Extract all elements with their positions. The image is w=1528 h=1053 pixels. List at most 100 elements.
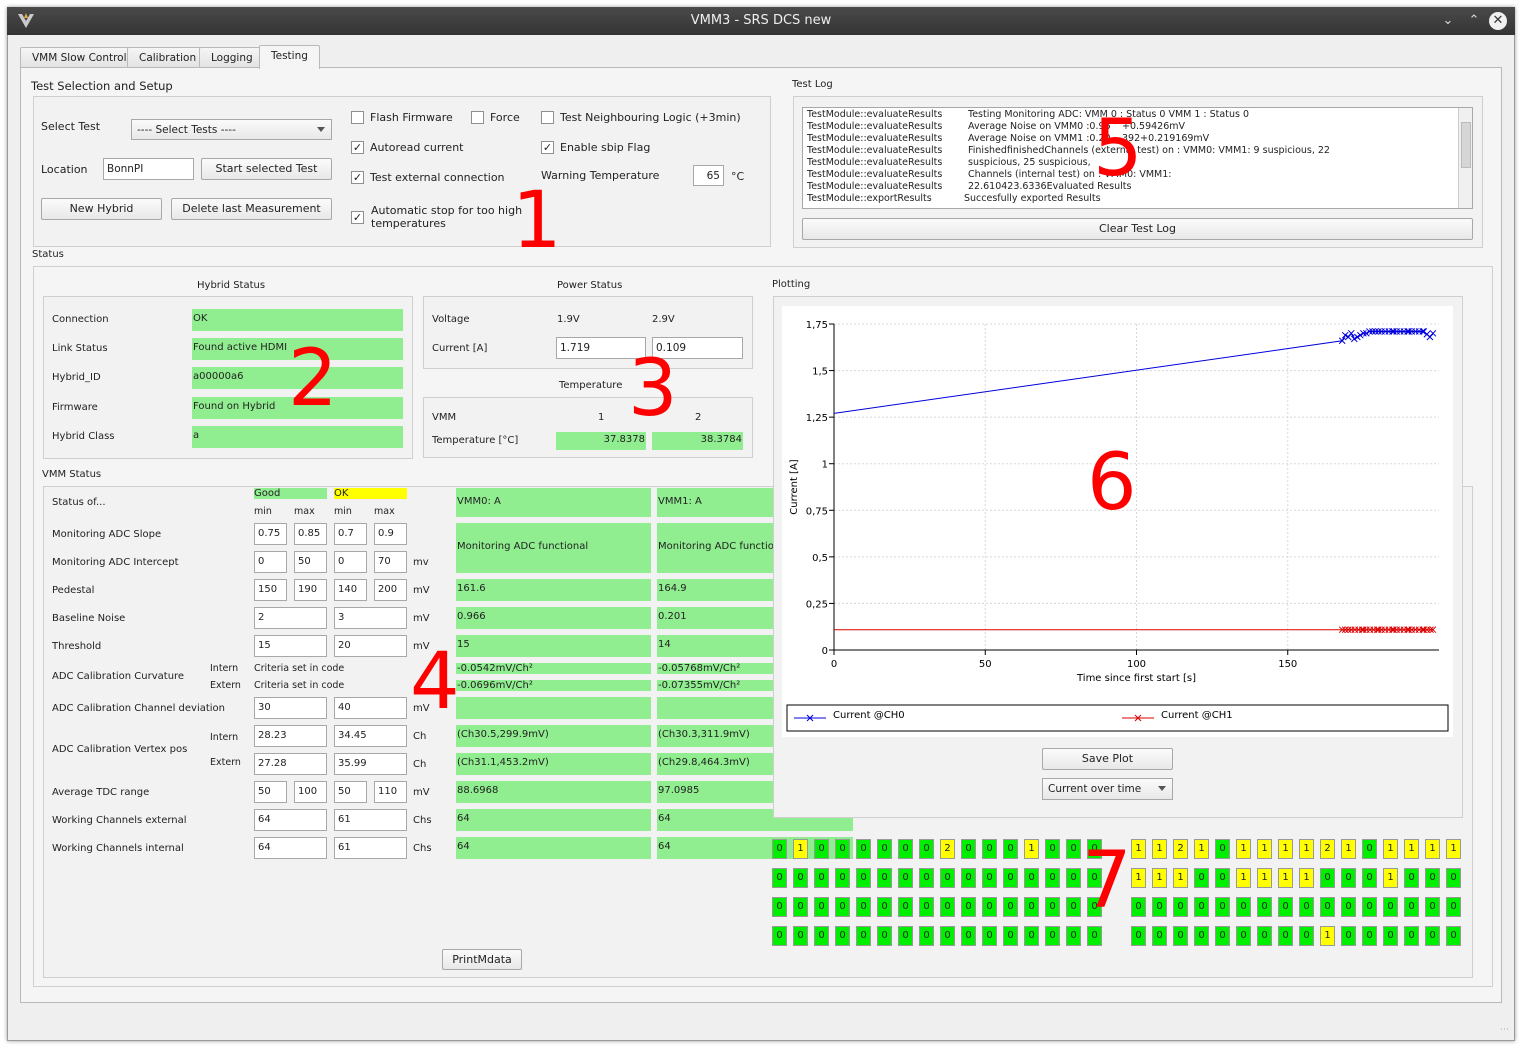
temperature-2-value: 38.3784 [652,432,743,450]
test-log-scrollbar[interactable] [1458,108,1472,208]
tab-logging[interactable]: Logging [199,47,265,68]
select-test-value: ---- Select Tests ---- [137,124,236,136]
channel-cell: 0 [1320,897,1335,917]
criteria-input[interactable]: 30 [254,697,327,719]
criteria-input[interactable]: 34.45 [334,725,407,747]
log-line: TestModule::exportResults Succesfully exp… [807,193,1468,205]
row-label: Baseline Noise [52,613,126,624]
vmm0-monitoring-result: Monitoring ADC functional [456,523,651,573]
hybrid-row-label: Firmware [52,402,98,413]
close-icon[interactable]: ✕ [1489,12,1507,30]
criteria-input[interactable]: 3 [334,607,407,629]
title-bar[interactable]: VMM3 - SRS DCS new ⌄ ⌃ ✕ [7,7,1515,35]
clear-test-log-button[interactable]: Clear Test Log [802,218,1473,240]
tab-vmm-slow-control[interactable]: VMM Slow Control [20,47,139,68]
criteria-input[interactable]: 0 [334,551,367,573]
channel-cell: 0 [814,897,829,917]
criteria-input[interactable]: 50 [334,781,367,803]
autoread-checkbox[interactable]: ✓ [351,141,364,154]
tab-testing[interactable]: Testing [259,45,320,69]
channel-cell: 0 [1404,926,1419,946]
scrollbar-handle[interactable] [1461,122,1471,168]
channel-cell: 0 [856,897,871,917]
plot-type-combo[interactable]: Current over time [1042,778,1173,800]
criteria-input[interactable]: 190 [294,579,327,601]
flash-firmware-checkbox[interactable] [351,111,364,124]
maximize-icon[interactable]: ⌃ [1465,12,1483,30]
criteria-input[interactable]: 50 [254,781,287,803]
print-mdata-button[interactable]: PrintMdata [442,949,522,970]
x-tick-label: 150 [1278,659,1297,670]
channel-cell: 0 [1362,897,1377,917]
channel-cell: 0 [1045,839,1060,859]
channel-cell: 0 [961,897,976,917]
criteria-input[interactable]: 64 [254,837,327,859]
good-min-label: min [254,506,272,517]
criteria-input[interactable]: 0.7 [334,523,367,545]
result-cell [456,697,651,719]
save-plot-button[interactable]: Save Plot [1042,748,1173,770]
channel-cell: 1 [1341,839,1356,859]
criteria-input[interactable]: 61 [334,809,407,831]
resize-grip-icon[interactable]: ⋯ [1500,1025,1512,1037]
criteria-input[interactable]: 0.9 [374,523,407,545]
channel-cell: 0 [1341,897,1356,917]
minimize-icon[interactable]: ⌄ [1439,12,1457,30]
criteria-input[interactable]: 35.99 [334,753,407,775]
criteria-input[interactable]: 0.85 [294,523,327,545]
new-hybrid-button[interactable]: New Hybrid [41,198,162,220]
hybrid-row-value: a [192,426,403,448]
select-test-combo[interactable]: ---- Select Tests ---- [131,119,332,140]
criteria-input[interactable]: 150 [254,579,287,601]
criteria-input[interactable]: 110 [374,781,407,803]
criteria-input[interactable]: 0.75 [254,523,287,545]
result-cell: -0.0696mV/Ch² [456,680,651,691]
y-tick-label: 0,75 [806,506,828,517]
y-tick-label: 1,75 [806,320,828,331]
channel-cell: 0 [940,868,955,888]
channel-cell: 1 [1236,839,1251,859]
location-input[interactable]: BonnPI [103,158,194,180]
criteria-input[interactable]: 100 [294,781,327,803]
row-unit: Ch [413,731,427,742]
tab-calibration[interactable]: Calibration [127,47,209,68]
channel-cell: 0 [1215,926,1230,946]
neighbouring-checkbox[interactable] [541,111,554,124]
legend-label: Current @CH0 [833,710,905,721]
criteria-input[interactable]: 64 [254,809,327,831]
criteria-input[interactable]: 15 [254,635,327,657]
channel-cell: 0 [1003,868,1018,888]
start-test-button[interactable]: Start selected Test [201,158,332,180]
sbip-checkbox[interactable]: ✓ [541,141,554,154]
criteria-input[interactable]: 27.28 [254,753,327,775]
channel-cell: 0 [898,897,913,917]
channel-cell: 0 [1173,926,1188,946]
y-tick-label: 1,25 [806,413,828,424]
channel-cell: 0 [1131,926,1146,946]
criteria-input[interactable]: 140 [334,579,367,601]
ok-legend: OK [334,488,407,499]
vmm-number-2: 2 [695,412,702,423]
result-cell: 88.6968 [456,781,651,803]
result-cell: 15 [456,635,651,657]
channel-cell: 0 [772,926,787,946]
criteria-input[interactable]: 20 [334,635,407,657]
criteria-input[interactable]: 40 [334,697,407,719]
criteria-input[interactable]: 2 [254,607,327,629]
warning-temp-input[interactable]: 65 [693,165,724,186]
channel-cell: 0 [1362,926,1377,946]
criteria-input[interactable]: 28.23 [254,725,327,747]
delete-measurement-button[interactable]: Delete last Measurement [171,198,332,220]
auto-stop-checkbox[interactable]: ✓ [351,211,364,224]
channel-cell: 0 [1215,897,1230,917]
criteria-input[interactable]: 0 [254,551,287,573]
criteria-input[interactable]: 200 [374,579,407,601]
criteria-input[interactable]: 61 [334,837,407,859]
channel-cell: 0 [982,926,997,946]
external-connection-checkbox[interactable]: ✓ [351,171,364,184]
criteria-input[interactable]: 70 [374,551,407,573]
log-message: suspicious, 25 suspicious, [968,157,1091,168]
criteria-input[interactable]: 50 [294,551,327,573]
channel-cell: 0 [835,839,850,859]
force-checkbox[interactable] [471,111,484,124]
